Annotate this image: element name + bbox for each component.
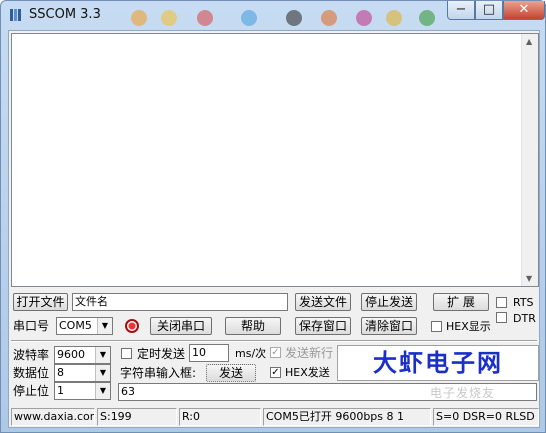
- send-button[interactable]: 发送: [206, 364, 256, 382]
- interval-unit: ms/次: [235, 347, 267, 360]
- status-bar: www.daxia.com S:199 R:0 COM5已打开 9600bps …: [9, 408, 539, 426]
- rts-label: RTS: [513, 296, 534, 309]
- brand-banner[interactable]: 大虾电子网: [337, 345, 539, 381]
- chevron-down-icon[interactable]: ▼: [97, 318, 112, 334]
- close-port-button[interactable]: 关闭串口: [150, 317, 212, 335]
- data-bits-value: 8: [57, 366, 64, 379]
- dtr-checkbox[interactable]: [496, 312, 507, 323]
- minimize-button[interactable]: −: [447, 1, 475, 20]
- close-button[interactable]: ✕: [503, 1, 545, 20]
- stop-bits-value: 1: [57, 384, 64, 397]
- data-bits-label: 数据位: [13, 366, 50, 380]
- chevron-down-icon[interactable]: ▼: [95, 347, 110, 363]
- baud-select[interactable]: 9600 ▼: [54, 346, 111, 364]
- port-status-led-icon: [125, 319, 139, 333]
- vertical-scrollbar[interactable]: ▲ ▼: [521, 34, 538, 286]
- save-window-button[interactable]: 保存窗口: [295, 317, 351, 335]
- client-area: ▲ ▼ 打开文件 文件名 发送文件 停止发送 扩 展 RTS DTR 串口号 C…: [8, 30, 540, 428]
- hex-send-label: HEX发送: [285, 366, 330, 379]
- window-title: SSCOM 3.3: [29, 7, 101, 22]
- app-icon[interactable]: [9, 8, 23, 22]
- stop-send-button[interactable]: 停止发送: [361, 293, 417, 311]
- app-window: SSCOM 3.3 − □ ✕ ▲ ▼ 打开文件 文件名 发送文件 停止发送 扩…: [0, 0, 546, 433]
- send-newline-checkbox[interactable]: ✓: [270, 347, 281, 358]
- desktop-icon: [356, 10, 372, 26]
- file-name-field[interactable]: 文件名: [72, 293, 288, 311]
- data-bits-select[interactable]: 8 ▼: [54, 364, 111, 382]
- desktop-icon: [161, 10, 177, 26]
- timed-send-checkbox[interactable]: [121, 348, 132, 359]
- port-value: COM5: [59, 319, 92, 332]
- string-input-label: 字符串输入框:: [120, 366, 197, 380]
- send-newline-label: 发送新行: [285, 346, 334, 360]
- chevron-down-icon[interactable]: ▼: [95, 383, 110, 399]
- sent-count: S:199: [97, 408, 177, 426]
- desktop-icon: [419, 10, 435, 26]
- rts-checkbox[interactable]: [496, 297, 507, 308]
- baud-label: 波特率: [13, 348, 50, 362]
- port-status-text: COM5已打开 9600bps 8 1: [263, 408, 431, 426]
- scroll-up-icon[interactable]: ▲: [526, 37, 532, 46]
- port-label: 串口号: [13, 319, 50, 333]
- desktop-icon: [386, 10, 402, 26]
- watermark-text: 电子发烧友: [430, 386, 496, 400]
- website-cell[interactable]: www.daxia.com: [11, 408, 95, 426]
- hex-display-checkbox[interactable]: [431, 321, 442, 332]
- desktop-icon: [241, 10, 257, 26]
- signal-status: S=0 DSR=0 RLSD: [433, 408, 539, 426]
- hex-display-label: HEX显示: [446, 320, 491, 333]
- maximize-button[interactable]: □: [475, 1, 503, 20]
- clear-window-button[interactable]: 清除窗口: [361, 317, 417, 335]
- expand-button[interactable]: 扩 展: [433, 293, 489, 311]
- dtr-label: DTR: [513, 312, 536, 325]
- divider: [11, 340, 537, 342]
- stop-bits-select[interactable]: 1 ▼: [54, 382, 111, 400]
- desktop-icon: [321, 10, 337, 26]
- desktop-icon: [286, 10, 302, 26]
- interval-input[interactable]: 10: [189, 344, 229, 362]
- stop-bits-label: 停止位: [13, 384, 50, 398]
- receive-textarea[interactable]: ▲ ▼: [11, 33, 539, 287]
- help-button[interactable]: 帮助: [225, 317, 281, 335]
- hex-send-checkbox[interactable]: ✓: [270, 367, 281, 378]
- received-count: R:0: [179, 408, 261, 426]
- send-file-button[interactable]: 发送文件: [295, 293, 351, 311]
- scroll-down-icon[interactable]: ▼: [526, 274, 532, 283]
- desktop-icon: [131, 10, 147, 26]
- desktop-icon: [197, 10, 213, 26]
- chevron-down-icon[interactable]: ▼: [95, 365, 110, 381]
- title-bar[interactable]: SSCOM 3.3 − □ ✕: [1, 1, 545, 29]
- baud-value: 9600: [57, 348, 85, 361]
- port-select[interactable]: COM5 ▼: [56, 317, 113, 335]
- timed-send-label: 定时发送: [137, 347, 186, 361]
- open-file-button[interactable]: 打开文件: [13, 293, 68, 311]
